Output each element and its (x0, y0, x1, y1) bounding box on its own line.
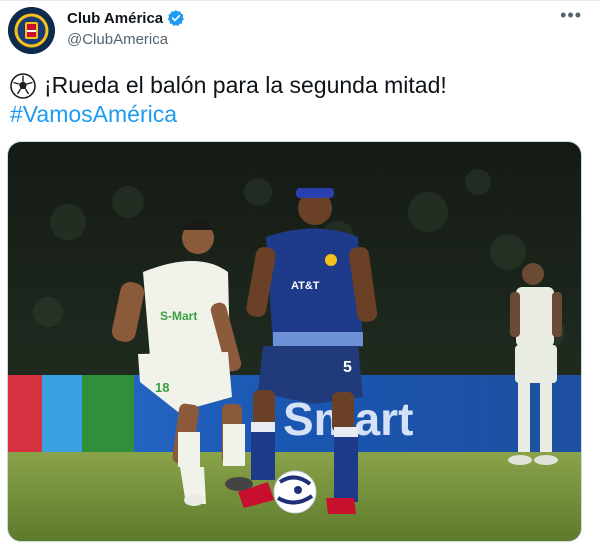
tweet-card: Club América @ClubAmerica ••• ¡Rueda el … (0, 0, 600, 554)
soccer-ball-icon (10, 72, 36, 99)
verified-badge-icon (167, 10, 185, 26)
tweet-text: ¡Rueda el balón para la segunda mitad! (10, 72, 447, 99)
display-name[interactable]: Club América (67, 10, 163, 27)
more-options-button[interactable]: ••• (560, 5, 582, 26)
tweet-photo[interactable]: Smart S-Mart (7, 141, 582, 542)
avatar[interactable] (8, 7, 55, 54)
opponent-number: 18 (155, 380, 169, 395)
jersey-sponsor-text: AT&T (291, 280, 320, 292)
divider (0, 0, 600, 1)
match-photo: Smart S-Mart (8, 142, 581, 541)
america-number: 5 (343, 359, 352, 376)
opponent-sponsor-text: S-Mart (160, 309, 197, 323)
soccer-ball (273, 470, 317, 514)
club-america-crest-icon (8, 7, 55, 54)
hashtag-link[interactable]: #VamosAmérica (10, 101, 177, 128)
tweet-text-body: ¡Rueda el balón para la segunda mitad! (44, 72, 447, 98)
handle[interactable]: @ClubAmerica (67, 31, 168, 48)
